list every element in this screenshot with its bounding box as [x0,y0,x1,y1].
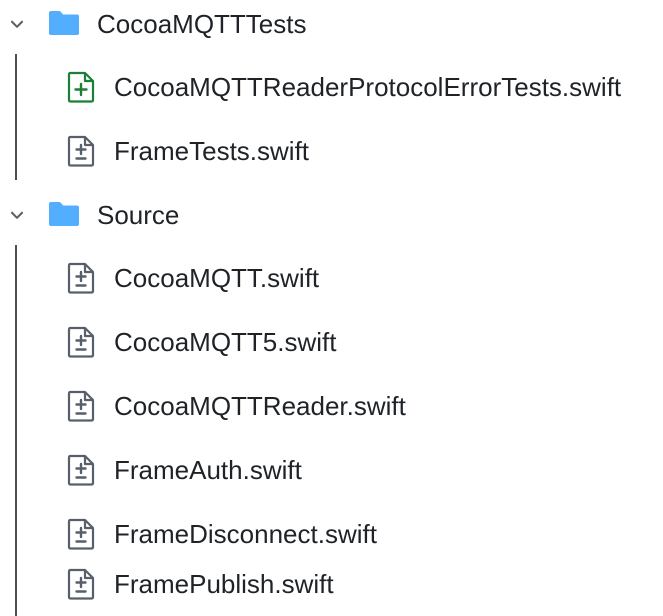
file-diff-icon [67,568,95,600]
file-label: FrameAuth.swift [114,455,302,485]
file-label: CocoaMQTTReader.swift [114,391,406,421]
tree-file-item[interactable]: CocoaMQTT5.swift [0,310,663,374]
file-diff-icon [67,518,95,550]
file-label: CocoaMQTTReaderProtocolErrorTests.swift [114,72,622,102]
tree-directory-source[interactable]: Source [0,191,663,239]
file-diff-icon [67,135,95,167]
directory-label: Source [97,200,180,230]
file-label: FrameDisconnect.swift [114,519,377,549]
file-label: FrameTests.swift [114,136,310,166]
file-added-icon [67,71,95,103]
file-label: CocoaMQTT.swift [114,263,320,293]
file-diff-icon [67,390,95,422]
folder-icon [49,202,79,226]
chevron-down-icon[interactable] [8,15,26,33]
tree-file-item[interactable]: CocoaMQTT.swift [0,246,663,310]
tree-file-item[interactable]: FramePublish.swift [0,552,663,616]
file-diff-icon [67,326,95,358]
tree-file-item[interactable]: CocoaMQTTReader.swift [0,374,663,438]
file-tree: CocoaMQTTTests CocoaMQTTReaderProtocolEr… [0,0,663,616]
chevron-down-icon[interactable] [8,206,26,224]
tree-file-item[interactable]: CocoaMQTTReaderProtocolErrorTests.swift [0,55,663,119]
file-diff-icon [67,262,95,294]
file-label: CocoaMQTT5.swift [114,327,337,357]
file-label: FramePublish.swift [114,569,334,599]
tree-file-item[interactable]: FrameTests.swift [0,119,663,183]
tree-file-item[interactable]: FrameAuth.swift [0,438,663,502]
folder-icon [49,11,79,35]
directory-label: CocoaMQTTTests [97,9,307,39]
tree-directory-cocoamqtttests[interactable]: CocoaMQTTTests [0,0,663,48]
file-diff-icon [67,454,95,486]
